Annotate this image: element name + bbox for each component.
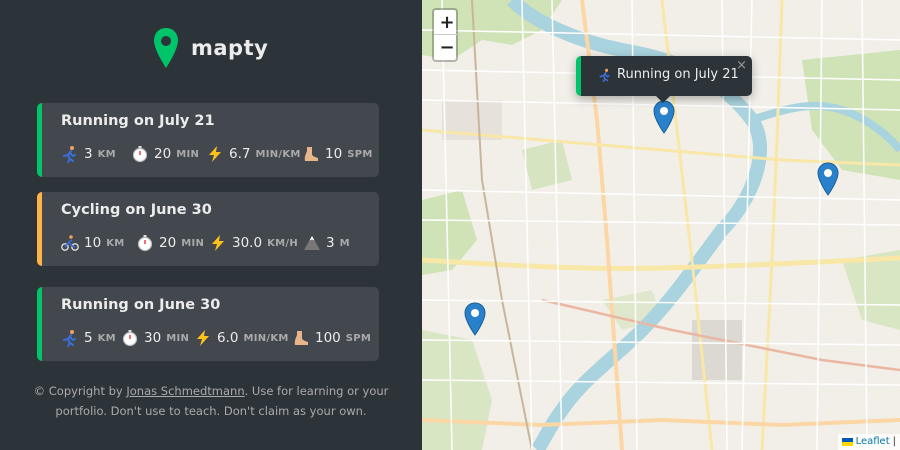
workout-cadence: 100 spm [292,329,371,347]
lightning-icon [194,329,212,347]
map-marker-icon[interactable] [464,302,486,336]
workout-pace: 6.0 min/km [194,329,289,347]
running-person-icon [61,329,79,347]
stopwatch-icon [136,234,154,252]
lightning-icon [209,234,227,252]
workout-distance: 5 km [61,329,116,347]
workout-title: Running on June 30 [61,297,221,313]
map-attribution: Leaflet | [837,434,900,450]
workout-title: Cycling on June 30 [61,202,212,218]
workout-pace: 6.7 min/km [206,145,301,163]
cyclist-icon [61,234,79,252]
popup-close-button[interactable]: × [736,58,747,73]
leaflet-link[interactable]: Leaflet [856,434,890,450]
popup-text: Running on July 21 [617,67,739,82]
foot-icon [302,145,320,163]
logo: mapty [153,26,268,70]
mountain-icon [303,234,321,252]
zoom-out-button[interactable]: − [434,35,460,60]
workout-title: Running on July 21 [61,113,215,129]
workout-distance: 10 km [61,234,125,252]
map-marker-icon[interactable] [817,162,839,196]
workout-distance: 3 km [61,145,116,163]
zoom-control: + − [432,8,460,62]
workout-card[interactable]: Running on July 21 3 km 20 min 6. [37,103,379,177]
running-person-icon [61,145,79,163]
lightning-icon [206,145,224,163]
workout-elevation: 3 m [303,234,350,252]
workout-speed: 30.0 km/h [209,234,298,252]
author-link[interactable]: Jonas Schmedtmann [126,384,244,398]
stopwatch-icon [121,329,139,347]
map-popup: Running on July 21 × [576,56,752,96]
workout-duration: 30 min [121,329,189,347]
copyright: © Copyright by Jonas Schmedtmann. Use fo… [33,384,389,418]
workout-duration: 20 min [131,145,199,163]
workout-card[interactable]: Cycling on June 30 10 km 20 min 3 [37,192,379,266]
zoom-in-button[interactable]: + [434,10,460,35]
map-marker-icon[interactable] [653,100,675,134]
stopwatch-icon [131,145,149,163]
workout-duration: 20 min [136,234,204,252]
workout-card[interactable]: Running on June 30 5 km 30 min 6. [37,287,379,361]
workout-cadence: 10 spm [302,145,373,163]
foot-icon [292,329,310,347]
sidebar: mapty Running on July 21 3 km 20 min [0,0,422,450]
popup-tip [655,95,671,103]
app-name: mapty [191,36,269,60]
map-pin-logo-icon [154,28,178,68]
ukraine-flag-icon [841,438,853,446]
running-person-icon [598,68,612,82]
map[interactable]: + − Running on July 21 × Leaflet | [422,0,900,450]
